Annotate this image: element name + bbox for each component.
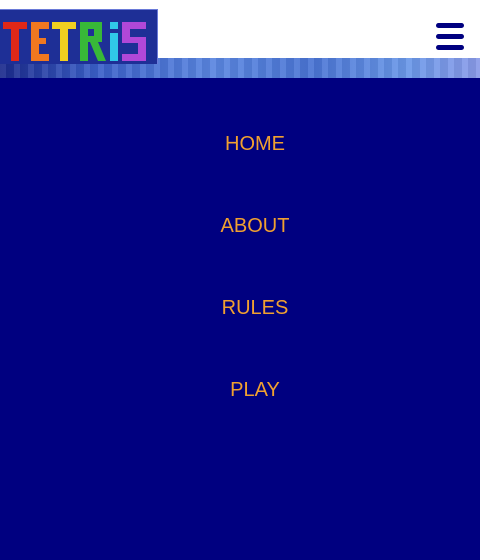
nav-link-rules[interactable]: RULES (0, 296, 480, 320)
menu-bar-top (436, 23, 464, 28)
menu-bar-bottom (436, 45, 464, 50)
nav-link-home[interactable]: HOME (0, 132, 480, 156)
menu-bar-middle (436, 34, 464, 39)
main-nav: HOME ABOUT RULES PLAY (0, 78, 480, 560)
hamburger-menu-icon[interactable] (434, 22, 468, 52)
tetris-logo[interactable] (0, 9, 158, 64)
nav-link-about[interactable]: ABOUT (0, 214, 480, 238)
tetris-logo-graphic (3, 22, 146, 61)
nav-link-play[interactable]: PLAY (0, 378, 480, 402)
header (0, 0, 480, 78)
